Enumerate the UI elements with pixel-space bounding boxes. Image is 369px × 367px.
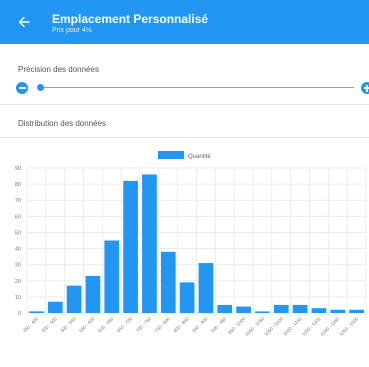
x-tick-label: 1250 - 1300	[338, 316, 359, 337]
bar	[330, 309, 346, 313]
bar	[311, 308, 327, 313]
bar	[273, 304, 289, 313]
decrease-precision-button[interactable]	[16, 82, 28, 94]
legend-swatch	[158, 151, 184, 159]
y-tick-label: 20	[15, 279, 21, 285]
x-tick-label: 550 - 600	[78, 316, 96, 334]
bar	[198, 263, 214, 313]
y-tick-label: 30	[15, 263, 21, 269]
legend-label: Quantité	[188, 154, 211, 160]
x-tick-label: 750 - 800	[154, 316, 172, 334]
bar	[160, 251, 176, 313]
bar	[104, 240, 120, 313]
x-tick-label: 850 - 900	[191, 316, 209, 334]
x-tick-label: 600 - 650	[97, 316, 115, 334]
page-title: Emplacement Personnalisé	[52, 12, 209, 26]
x-tick-label: 950 - 1000	[227, 316, 246, 335]
minus-icon	[18, 87, 26, 89]
y-tick-label: 40	[15, 247, 21, 253]
y-axis-ticks: 0 10 20 30 40 50 60 70 80 90	[15, 166, 21, 317]
x-tick-label: 800 - 850	[173, 316, 191, 334]
y-tick-label: 10	[15, 295, 21, 301]
y-tick-label: 70	[15, 198, 21, 204]
x-tick-label: 650 - 700	[116, 316, 134, 334]
bar	[142, 174, 157, 313]
increase-precision-button[interactable]	[361, 82, 369, 94]
y-tick-label: 0	[18, 311, 21, 317]
bar	[255, 311, 270, 313]
x-tick-label: 1050 - 1100	[263, 316, 284, 337]
y-tick-label: 60	[15, 214, 21, 220]
distribution-label: Distribution des données	[18, 119, 107, 128]
bar	[47, 301, 63, 313]
precision-slider-track[interactable]	[40, 87, 354, 88]
y-tick-label: 80	[15, 182, 21, 188]
section-divider	[0, 104, 369, 105]
back-button[interactable]	[12, 10, 36, 34]
x-tick-label: 500 - 550	[60, 316, 78, 334]
bar	[29, 311, 44, 313]
bar	[179, 282, 195, 313]
x-tick-label: 400 - 500	[41, 316, 59, 334]
y-tick-label: 50	[15, 230, 21, 236]
chart-legend: Quantité	[158, 151, 211, 160]
bar	[236, 306, 251, 313]
plus-icon	[361, 82, 369, 94]
bar	[85, 275, 101, 313]
app-bar: Emplacement Personnalisé Prix pour 4½	[0, 0, 369, 44]
bar	[123, 180, 138, 313]
precision-slider-thumb[interactable]	[37, 84, 44, 91]
x-tick-label: 900 - 950	[210, 316, 228, 334]
x-axis-ticks: 350 - 400 400 - 500 500 - 550 550 - 600 600 …	[22, 316, 360, 337]
section-divider	[0, 137, 369, 138]
arrow-back-icon	[18, 16, 30, 28]
page-subtitle: Prix pour 4½	[52, 27, 92, 34]
bar	[292, 304, 308, 313]
x-tick-label: 350 - 400	[22, 316, 40, 334]
bar	[217, 304, 233, 313]
distribution-chart: Quantité 0 10 20 30 40 50 60 70 80 90 350 - 400 40…	[15, 151, 367, 337]
x-tick-label: 1000 - 1050	[244, 316, 265, 337]
x-tick-label: 700 - 750	[135, 316, 153, 334]
precision-label: Précision des données	[18, 65, 99, 74]
y-tick-label: 90	[15, 166, 21, 172]
bar	[66, 285, 82, 313]
bar	[349, 309, 364, 313]
